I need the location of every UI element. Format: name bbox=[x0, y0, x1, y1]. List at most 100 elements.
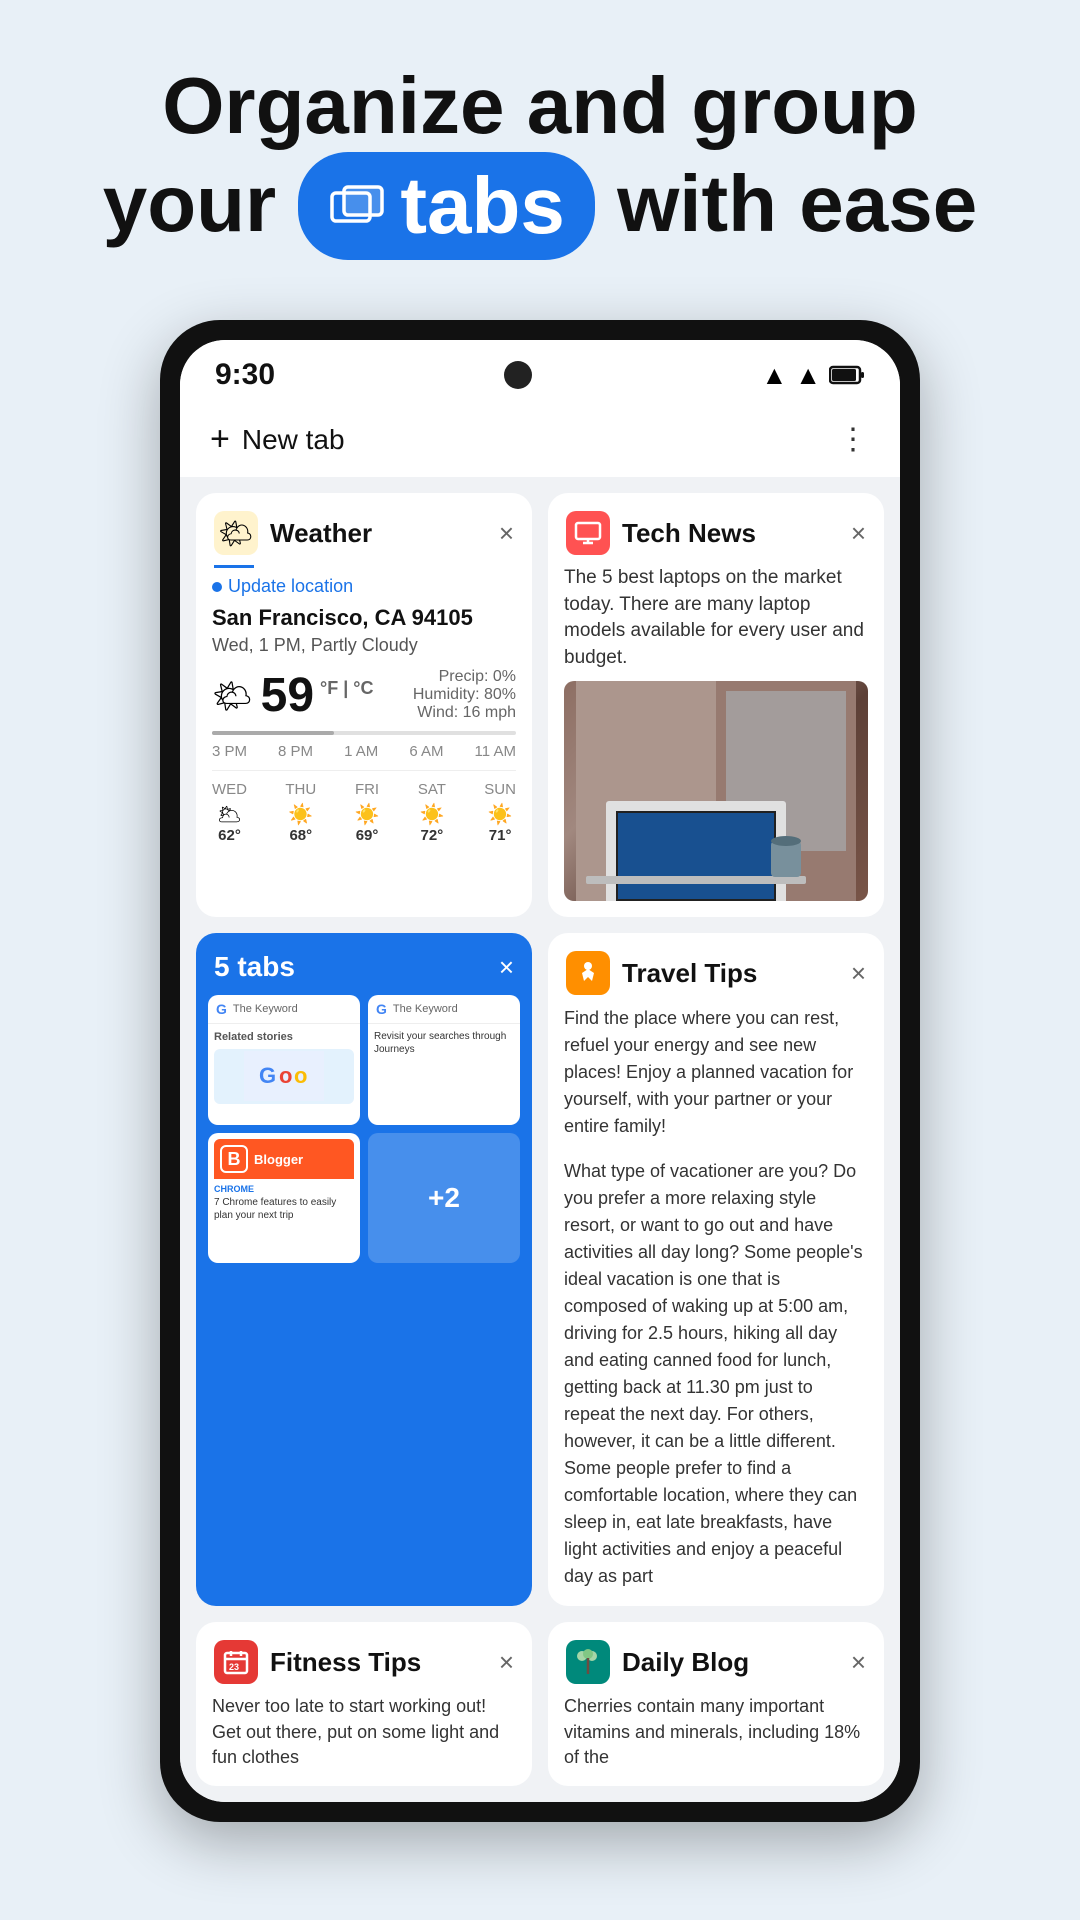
monitor-icon bbox=[574, 521, 602, 545]
phone-mockup: 9:30 ▲ ▲ + New tab ⋮ bbox=[160, 320, 920, 1822]
mini-tab-plus[interactable]: +2 bbox=[368, 1133, 520, 1263]
weather-content: Update location San Francisco, CA 94105 … bbox=[196, 576, 532, 860]
daily-header-left: Daily Blog bbox=[566, 1640, 749, 1684]
status-icons: ▲ ▲ bbox=[762, 360, 865, 391]
tab1-title: Related stories bbox=[214, 1030, 354, 1044]
travel-close-button[interactable]: × bbox=[851, 958, 866, 989]
forecast-wed: WED 🌥 62° bbox=[212, 781, 247, 844]
weather-progress-bar bbox=[212, 731, 516, 735]
fitness-content: Never too late to start working out! Get… bbox=[196, 1694, 532, 1786]
tab3-sub: CHROME 7 Chrome features to easily plan … bbox=[214, 1179, 354, 1226]
update-location[interactable]: Update location bbox=[212, 576, 516, 597]
weather-city: San Francisco, CA 94105 bbox=[212, 605, 516, 631]
weather-times: 3 PM 8 PM 1 AM 6 AM 11 AM bbox=[212, 743, 516, 760]
travel-text-1: Find the place where you can rest, refue… bbox=[564, 1005, 868, 1140]
travel-tips-card[interactable]: Travel Tips × Find the place where you c… bbox=[548, 933, 884, 1606]
hero-line1: Organize and group bbox=[40, 60, 1040, 152]
mini-tab-2[interactable]: G The Keyword Revisit your searches thro… bbox=[368, 995, 520, 1125]
battery-icon bbox=[829, 364, 865, 386]
mini-tab-3-content: B Blogger CHROME 7 Chrome features to ea… bbox=[208, 1133, 360, 1263]
hero-section: Organize and group your tabs with ease bbox=[0, 0, 1080, 300]
blogger-label: Blogger bbox=[254, 1152, 303, 1167]
new-tab-label: New tab bbox=[242, 424, 345, 456]
weather-card-header: 🌤 Weather × bbox=[196, 493, 532, 565]
tech-news-card[interactable]: Tech News × The 5 best laptops on the ma… bbox=[548, 493, 884, 917]
svg-text:G: G bbox=[259, 1063, 276, 1088]
weather-close-button[interactable]: × bbox=[499, 518, 514, 549]
tech-card-header: Tech News × bbox=[548, 493, 884, 565]
travel-text-2: What type of vacationer are you? Do you … bbox=[564, 1158, 868, 1590]
weather-precip: Precip: 0% bbox=[413, 668, 516, 686]
weather-wind: Wind: 16 mph bbox=[413, 704, 516, 722]
daily-blog-card[interactable]: Daily Blog × Cherries contain many impor… bbox=[548, 1622, 884, 1786]
weather-header-left: 🌤 Weather bbox=[214, 511, 372, 555]
weather-description: Wed, 1 PM, Partly Cloudy bbox=[212, 635, 516, 656]
blogger-icon: B bbox=[220, 1145, 248, 1173]
fitness-tips-card[interactable]: 23 Fitness Tips × Never too late to star… bbox=[196, 1622, 532, 1786]
daily-title: Daily Blog bbox=[622, 1647, 749, 1678]
tabs-icon bbox=[328, 181, 388, 231]
tabs-group-close-button[interactable]: × bbox=[499, 952, 514, 983]
daily-close-button[interactable]: × bbox=[851, 1647, 866, 1678]
weather-blue-bar bbox=[214, 565, 254, 568]
weather-card[interactable]: 🌤 Weather × Update location San Francisc… bbox=[196, 493, 532, 917]
phone-inner: 9:30 ▲ ▲ + New tab ⋮ bbox=[180, 340, 900, 1802]
tech-icon bbox=[566, 511, 610, 555]
wifi-icon: ▲ bbox=[762, 360, 788, 391]
fitness-header-left: 23 Fitness Tips bbox=[214, 1640, 421, 1684]
daily-card-header: Daily Blog × bbox=[548, 1622, 884, 1694]
mini-tab-2-content: Revisit your searches through Journeys bbox=[368, 1024, 520, 1062]
forecast-thu: THU ☀️ 68° bbox=[285, 781, 316, 844]
mini-tab-1-content: Related stories G o o bbox=[208, 1024, 360, 1109]
weather-temp-row: 🌤 59 °F | °C Precip: 0% Humidity: 80% Wi… bbox=[212, 668, 516, 723]
mini-tab-1-header: G The Keyword bbox=[208, 995, 360, 1024]
calendar-icon: 23 bbox=[222, 1648, 250, 1676]
more-menu-icon[interactable]: ⋮ bbox=[838, 422, 870, 457]
mini-tab-1[interactable]: G The Keyword Related stories G o bbox=[208, 995, 360, 1125]
travel-content: Find the place where you can rest, refue… bbox=[548, 1005, 884, 1606]
tabs-group-card[interactable]: 5 tabs × G The Keyword Related stories bbox=[196, 933, 532, 1606]
daily-content: Cherries contain many important vitamins… bbox=[548, 1694, 884, 1786]
the-keyword-label-2: The Keyword bbox=[393, 1003, 458, 1015]
hero-highlight: tabs bbox=[298, 152, 595, 260]
weather-icon: 🌤 bbox=[214, 511, 258, 555]
weather-humidity: Humidity: 80% bbox=[413, 686, 516, 704]
daily-icon bbox=[566, 1640, 610, 1684]
the-keyword-label: The Keyword bbox=[233, 1003, 298, 1015]
plus-count: +2 bbox=[428, 1182, 460, 1214]
mini-tab-3[interactable]: B Blogger CHROME 7 Chrome features to ea… bbox=[208, 1133, 360, 1263]
cards-grid: 🌤 Weather × Update location San Francisc… bbox=[180, 477, 900, 1802]
forecast-fri: FRI ☀️ 69° bbox=[355, 781, 380, 844]
plus-icon: + bbox=[210, 420, 230, 459]
tech-content: The 5 best laptops on the market today. … bbox=[548, 565, 884, 901]
fitness-title: Fitness Tips bbox=[270, 1647, 421, 1678]
tech-close-button[interactable]: × bbox=[851, 518, 866, 549]
tab2-title: Revisit your searches through Journeys bbox=[374, 1030, 514, 1056]
palm-tree-icon bbox=[574, 1648, 602, 1676]
google-image-thumb: G o o bbox=[244, 1051, 324, 1101]
browser-bar[interactable]: + New tab ⋮ bbox=[180, 402, 900, 477]
blogger-header: B Blogger bbox=[214, 1139, 354, 1179]
status-bar: 9:30 ▲ ▲ bbox=[180, 340, 900, 402]
signal-icon: ▲ bbox=[795, 360, 821, 391]
svg-text:o: o bbox=[279, 1063, 292, 1088]
forecast-sat: SAT ☀️ 72° bbox=[418, 781, 446, 844]
travel-card-header: Travel Tips × bbox=[548, 933, 884, 1005]
phone-wrapper: 9:30 ▲ ▲ + New tab ⋮ bbox=[0, 320, 1080, 1822]
status-time: 9:30 bbox=[215, 358, 275, 392]
update-dot bbox=[212, 582, 222, 592]
mini-tab-2-header: G The Keyword bbox=[368, 995, 520, 1024]
tabs-mini-grid: G The Keyword Related stories G o bbox=[196, 995, 532, 1275]
tabs-group-header: 5 tabs × bbox=[196, 933, 532, 995]
fitness-card-header: 23 Fitness Tips × bbox=[196, 1622, 532, 1694]
new-tab-button[interactable]: + New tab bbox=[210, 420, 345, 459]
hero-line2: your tabs with ease bbox=[40, 152, 1040, 260]
forecast-sun: SUN ☀️ 71° bbox=[484, 781, 516, 844]
camera-dot bbox=[504, 361, 532, 389]
tab3-title: 7 Chrome features to easily plan your ne… bbox=[214, 1197, 336, 1221]
fitness-icon: 23 bbox=[214, 1640, 258, 1684]
tech-image bbox=[564, 681, 868, 901]
travel-title: Travel Tips bbox=[622, 958, 757, 989]
weather-title: Weather bbox=[270, 518, 372, 549]
fitness-close-button[interactable]: × bbox=[499, 1647, 514, 1678]
